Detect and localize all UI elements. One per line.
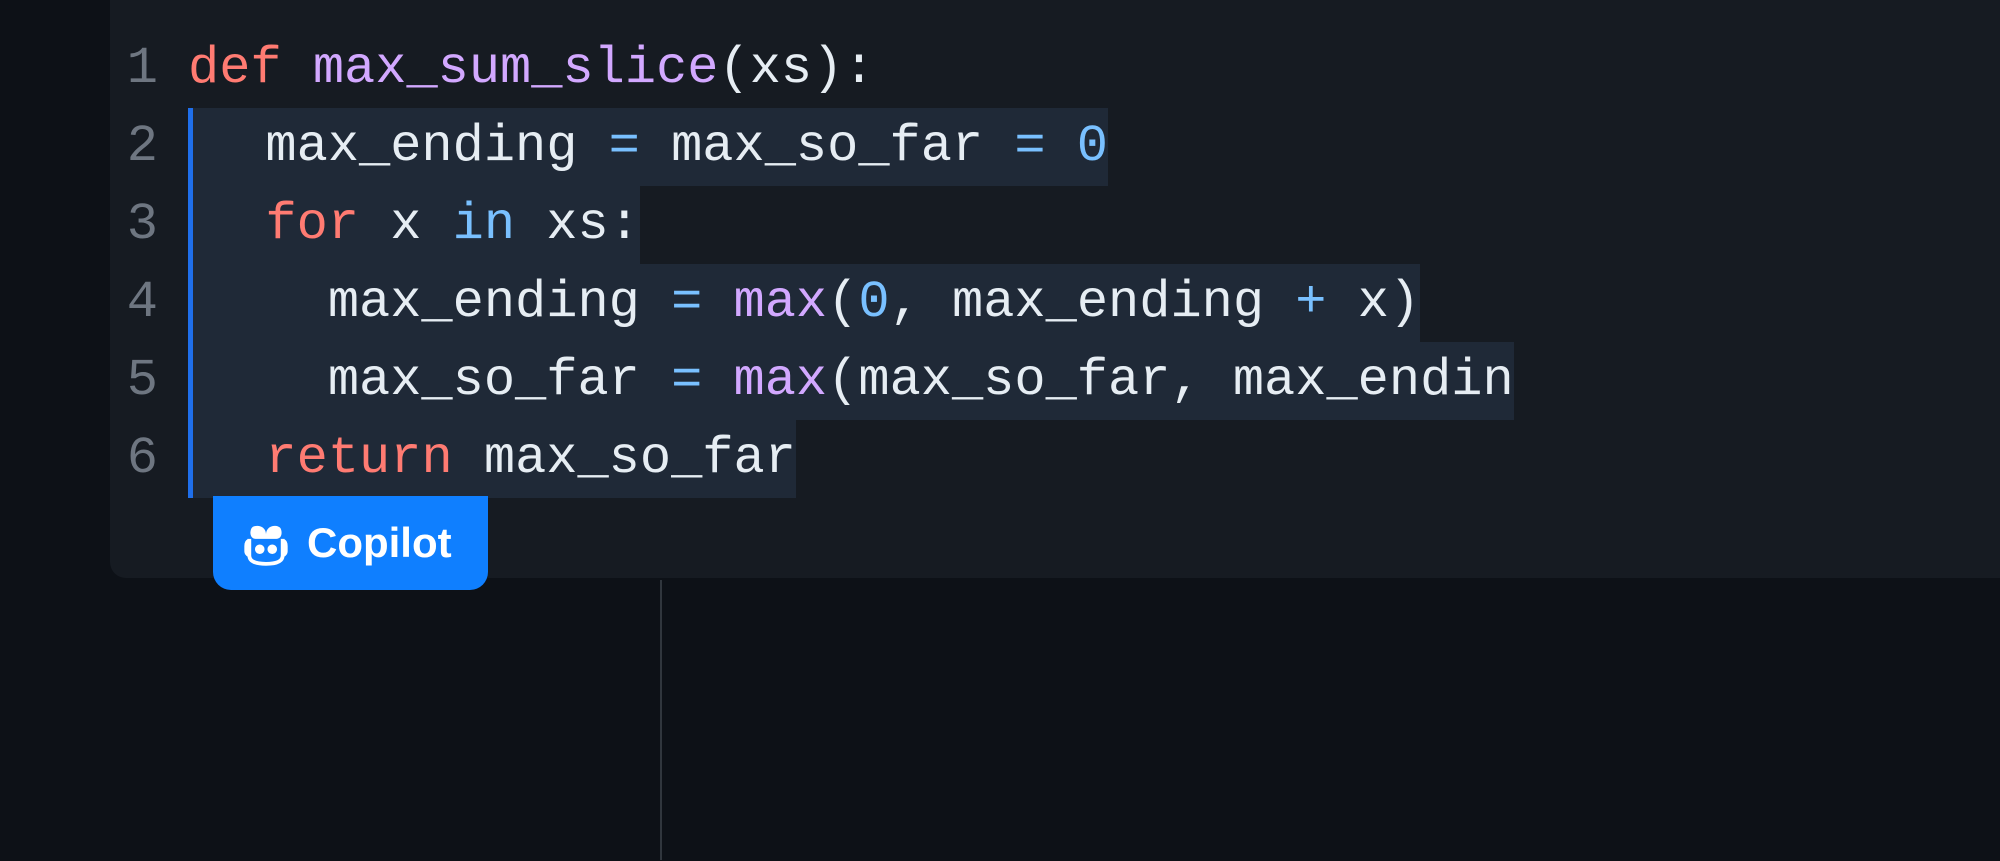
code-tokens: return max_so_far — [193, 420, 796, 498]
code-tokens: for x in xs: — [193, 186, 640, 264]
suggestion-indicator — [188, 108, 193, 186]
code-content[interactable]: for x in xs: — [188, 186, 2000, 264]
token: max_ending — [203, 117, 609, 176]
token: max_so_far — [453, 429, 796, 488]
token — [1046, 117, 1077, 176]
line-number: 2 — [110, 108, 188, 186]
token — [702, 273, 733, 332]
token: max_so_far — [640, 117, 1014, 176]
token: : — [609, 195, 640, 254]
token: max_so_far — [858, 351, 1170, 410]
token: ) — [1389, 273, 1420, 332]
line-number: 3 — [110, 186, 188, 264]
code-line[interactable]: 2 max_ending = max_so_far = 0 — [110, 108, 2000, 186]
code-content[interactable]: max_ending = max(0, max_ending + x) — [188, 264, 2000, 342]
code-editor[interactable]: 1def max_sum_slice(xs):2 max_ending = ma… — [110, 0, 2000, 578]
token: xs — [515, 195, 609, 254]
code-content[interactable]: def max_sum_slice(xs): — [188, 30, 2000, 108]
token: max — [734, 351, 828, 410]
code-line[interactable]: 4 max_ending = max(0, max_ending + x) — [110, 264, 2000, 342]
token: ): — [812, 39, 874, 98]
token: return — [265, 429, 452, 488]
token: max_so_far — [203, 351, 671, 410]
token: , — [890, 273, 921, 332]
token: max_ending — [921, 273, 1295, 332]
line-number: 4 — [110, 264, 188, 342]
token: max_ending — [203, 273, 671, 332]
code-tokens: max_so_far = max(max_so_far, max_endin — [193, 342, 1514, 420]
token: ( — [719, 39, 750, 98]
token: 0 — [858, 273, 889, 332]
copilot-button[interactable]: Copilot — [213, 496, 488, 590]
token: = — [609, 117, 640, 176]
code-content[interactable]: max_ending = max_so_far = 0 — [188, 108, 2000, 186]
token — [203, 195, 265, 254]
code-line[interactable]: 5 max_so_far = max(max_so_far, max_endin — [110, 342, 2000, 420]
token: ( — [827, 273, 858, 332]
token: ( — [827, 351, 858, 410]
code-content[interactable]: max_so_far = max(max_so_far, max_endin — [188, 342, 2000, 420]
suggestion-indicator — [188, 264, 193, 342]
token: for — [265, 195, 359, 254]
token: 0 — [1077, 117, 1108, 176]
line-number: 6 — [110, 420, 188, 498]
line-number: 1 — [110, 30, 188, 108]
token: xs — [750, 39, 812, 98]
code-line[interactable]: 1def max_sum_slice(xs): — [110, 30, 2000, 108]
code-line[interactable]: 3 for x in xs: — [110, 186, 2000, 264]
token: max_sum_slice — [313, 39, 719, 98]
copilot-icon — [241, 518, 291, 568]
code-content[interactable]: return max_so_far — [188, 420, 2000, 498]
token: = — [1014, 117, 1045, 176]
token — [203, 429, 265, 488]
code-tokens: max_ending = max(0, max_ending + x) — [193, 264, 1420, 342]
token: max_endin — [1202, 351, 1514, 410]
token — [702, 351, 733, 410]
copilot-label: Copilot — [307, 519, 452, 567]
token: = — [671, 273, 702, 332]
code-tokens: def max_sum_slice(xs): — [188, 39, 875, 98]
suggestion-indicator — [188, 342, 193, 420]
line-number: 5 — [110, 342, 188, 420]
code-line[interactable]: 6 return max_so_far — [110, 420, 2000, 498]
token: x — [359, 195, 453, 254]
token: x — [1326, 273, 1388, 332]
token: = — [671, 351, 702, 410]
code-tokens: max_ending = max_so_far = 0 — [193, 108, 1108, 186]
token: in — [453, 195, 515, 254]
token: def — [188, 39, 313, 98]
vertical-divider — [660, 580, 662, 860]
suggestion-indicator — [188, 186, 193, 264]
suggestion-indicator — [188, 420, 193, 498]
token: , — [1170, 351, 1201, 410]
token: + — [1295, 273, 1326, 332]
token: max — [734, 273, 828, 332]
